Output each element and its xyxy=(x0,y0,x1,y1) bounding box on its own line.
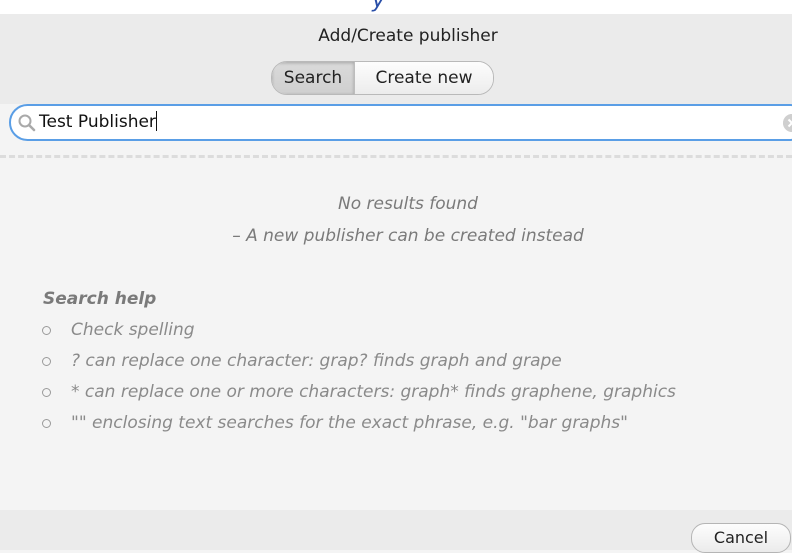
dialog-footer xyxy=(0,510,792,550)
results-divider xyxy=(0,155,792,158)
search-input-value: Test Publisher xyxy=(39,112,156,132)
clear-icon[interactable] xyxy=(783,114,792,132)
search-help: Search help Check spelling ? can replace… xyxy=(43,284,763,439)
top-strip: y xyxy=(0,0,792,14)
dialog-title: Add/Create publisher xyxy=(0,26,792,46)
search-icon xyxy=(17,113,37,133)
title-fragment-glyph: y xyxy=(372,0,385,13)
search-help-heading: Search help xyxy=(43,284,763,315)
search-help-item: "" enclosing text searches for the exact… xyxy=(43,408,763,439)
no-results-text: No results found xyxy=(0,188,792,220)
cancel-button[interactable]: Cancel xyxy=(691,523,791,553)
bullet-icon xyxy=(42,388,51,397)
search-help-item: ? can replace one character: grap? finds… xyxy=(43,346,763,377)
search-input[interactable]: Test Publisher xyxy=(39,106,739,139)
create-instead-text: – A new publisher can be created instead xyxy=(0,220,792,252)
mode-segmented-control: Search Create new xyxy=(271,61,494,95)
tab-create-new[interactable]: Create new xyxy=(354,62,493,94)
tab-search[interactable]: Search xyxy=(272,62,354,94)
results-message: No results found – A new publisher can b… xyxy=(0,188,792,252)
bullet-icon xyxy=(42,419,51,428)
search-help-list: Check spelling ? can replace one charact… xyxy=(43,315,763,439)
bullet-icon xyxy=(42,326,51,335)
search-help-item: Check spelling xyxy=(43,315,763,346)
search-help-item: * can replace one or more characters: gr… xyxy=(0,377,763,408)
text-caret xyxy=(156,111,157,131)
search-field[interactable]: Test Publisher xyxy=(9,104,792,141)
bullet-icon xyxy=(42,357,51,366)
